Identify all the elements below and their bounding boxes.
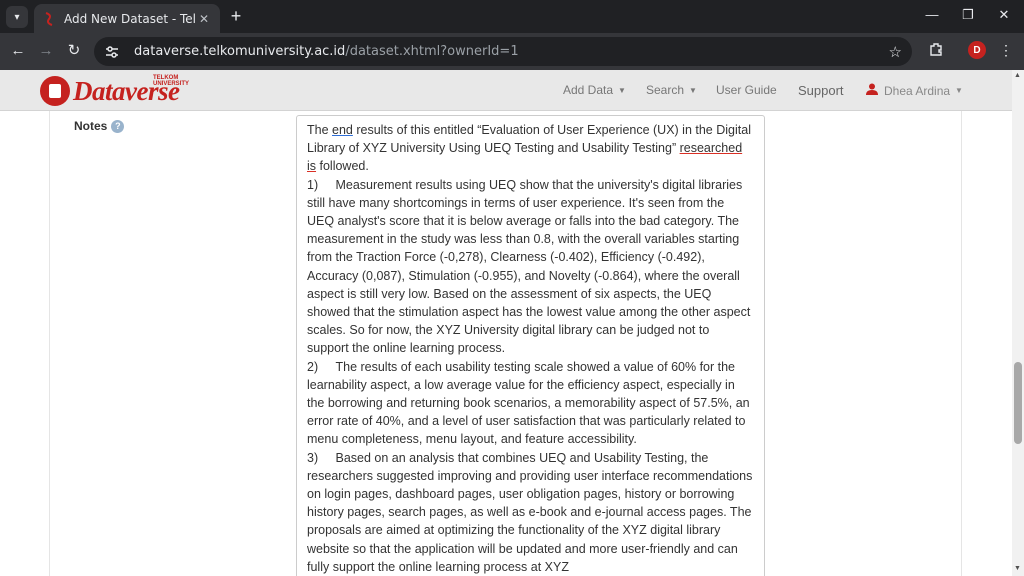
close-window-icon[interactable]: ✕ bbox=[994, 7, 1014, 23]
tab-search-icon[interactable]: ▾ bbox=[6, 6, 28, 28]
user-guide-label: User Guide bbox=[716, 83, 777, 97]
support-label: Support bbox=[798, 83, 844, 98]
search-menu[interactable]: Search ▼ bbox=[646, 83, 697, 97]
notes-item-3: 3) Based on an analysis that combines UE… bbox=[307, 450, 753, 574]
notes-text: The bbox=[307, 123, 333, 137]
user-account-menu[interactable]: Dhea Ardina ▼ bbox=[866, 83, 963, 98]
spellcheck-word: end bbox=[332, 123, 353, 137]
help-icon[interactable]: ? bbox=[111, 119, 125, 133]
browser-tab[interactable]: Add New Dataset - Telkom University Data… bbox=[34, 4, 220, 33]
scrollbar-thumb[interactable] bbox=[1014, 362, 1022, 444]
notes-paragraph-intro: The end results of this entitled “Evalua… bbox=[307, 121, 754, 176]
browser-tab-strip: ▾ Add New Dataset - Telkom University Da… bbox=[0, 0, 1024, 33]
dataset-form: Notes ? The end results of this entitled… bbox=[49, 111, 962, 576]
browser-toolbar: ← → ↻ dataverse.telkomuniversity.ac.id/d… bbox=[0, 33, 1024, 70]
forward-icon[interactable]: → bbox=[36, 42, 56, 60]
extensions-icon[interactable] bbox=[926, 42, 946, 59]
user-icon bbox=[866, 83, 878, 98]
profile-avatar[interactable]: D bbox=[968, 41, 986, 59]
tab-title: Add New Dataset - Telkom University Data… bbox=[64, 11, 196, 26]
more-menu-icon[interactable]: ⋮ bbox=[996, 42, 1016, 59]
search-label: Search bbox=[646, 83, 685, 97]
tab-close-icon[interactable]: ✕ bbox=[196, 12, 212, 26]
scroll-up-icon[interactable]: ▲ bbox=[1014, 72, 1021, 79]
notes-item-2: 2) The results of each usability testing… bbox=[307, 359, 750, 447]
logo-subtitle: TELKOM UNIVERSITY bbox=[153, 75, 190, 87]
restore-icon[interactable]: ❐ bbox=[958, 7, 978, 23]
dataverse-favicon-icon bbox=[42, 11, 56, 26]
notes-field-label: Notes ? bbox=[74, 119, 125, 133]
caret-down-icon: ▼ bbox=[618, 85, 626, 95]
back-icon[interactable]: ← bbox=[8, 42, 28, 60]
caret-down-icon: ▼ bbox=[955, 86, 963, 95]
dataverse-logo-icon bbox=[40, 76, 70, 106]
add-data-label: Add Data bbox=[563, 83, 614, 97]
user-guide-link[interactable]: User Guide bbox=[716, 83, 777, 97]
add-data-menu[interactable]: Add Data ▼ bbox=[563, 83, 626, 97]
notes-textarea[interactable]: The end results of this entitled “Evalua… bbox=[296, 115, 765, 576]
url-text: dataverse.telkomuniversity.ac.id/dataset… bbox=[134, 44, 519, 59]
notes-item-1: 1) Measurement results using UEQ show th… bbox=[307, 177, 751, 356]
minimize-icon[interactable]: — bbox=[922, 7, 942, 22]
reload-icon[interactable]: ↻ bbox=[64, 42, 84, 60]
page-scrollbar[interactable]: ▲ ▼ bbox=[1012, 70, 1024, 576]
caret-down-icon: ▼ bbox=[689, 85, 697, 95]
bookmark-star-icon[interactable]: ☆ bbox=[889, 43, 902, 61]
url-host: dataverse.telkomuniversity.ac.id bbox=[134, 44, 346, 59]
web-page: Dataverse TELKOM UNIVERSITY Add Data ▼ Se… bbox=[0, 70, 1012, 576]
url-path: /dataset.xhtml?ownerId=1 bbox=[345, 44, 519, 59]
support-link[interactable]: Support bbox=[798, 83, 844, 98]
notes-label-text: Notes bbox=[74, 119, 108, 133]
user-name: Dhea Ardina bbox=[884, 83, 951, 98]
scroll-down-icon[interactable]: ▼ bbox=[1014, 565, 1021, 572]
notes-text: followed. bbox=[316, 159, 369, 174]
new-tab-icon[interactable]: + bbox=[226, 7, 246, 25]
site-navbar: Dataverse TELKOM UNIVERSITY Add Data ▼ Se… bbox=[0, 70, 1012, 111]
site-info-icon[interactable] bbox=[104, 44, 120, 60]
address-bar[interactable]: dataverse.telkomuniversity.ac.id/dataset… bbox=[94, 37, 912, 66]
dataverse-logo[interactable]: Dataverse TELKOM UNIVERSITY bbox=[40, 74, 189, 108]
